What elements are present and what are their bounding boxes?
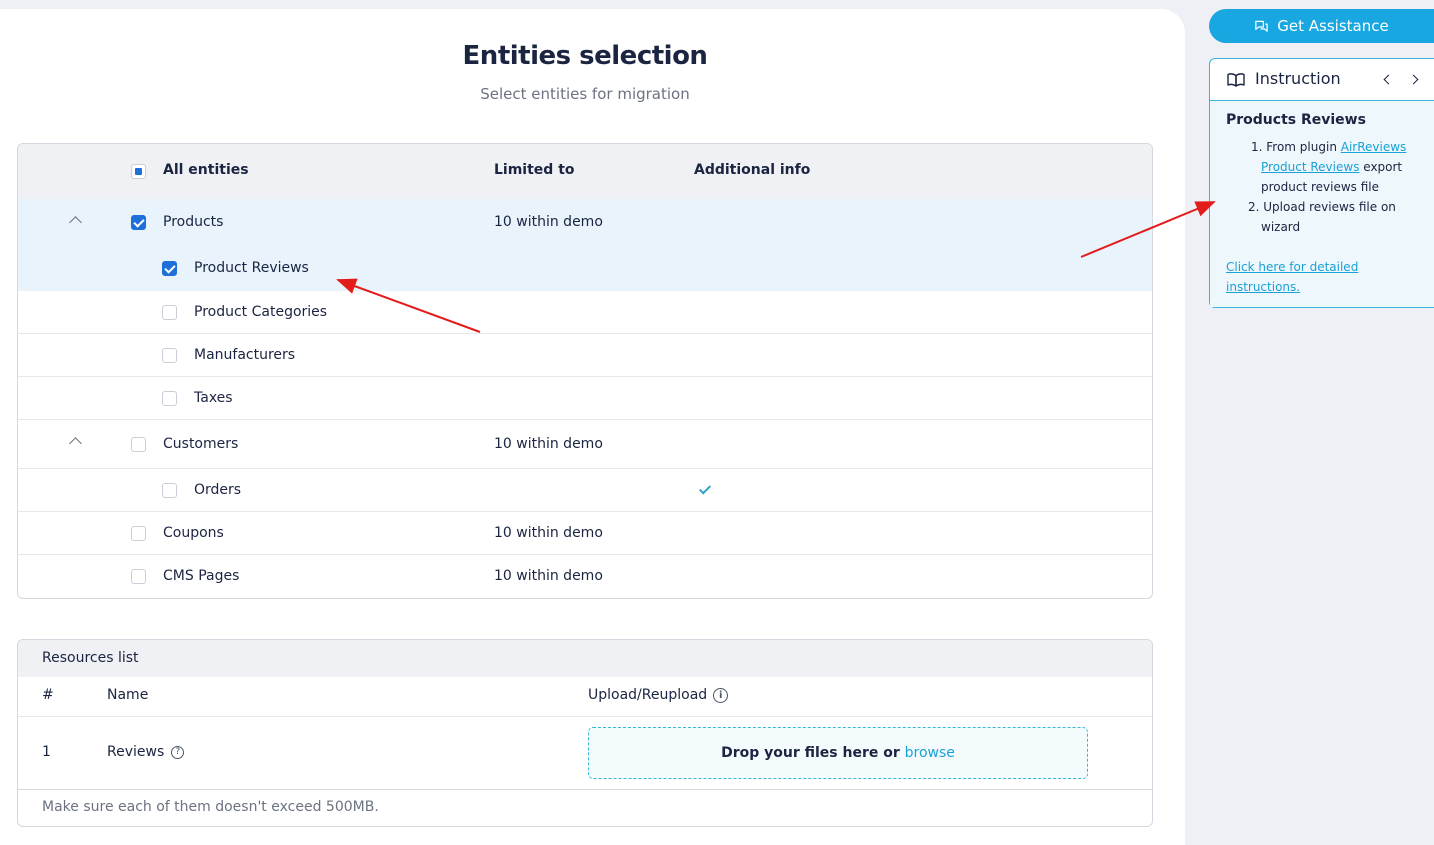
size-note: Make sure each of them doesn't exceed 50… <box>42 799 379 815</box>
product-reviews-link[interactable]: Product Reviews <box>1261 160 1359 174</box>
instruction-step-1-line2: Product Reviews export <box>1261 157 1402 177</box>
instruction-step-1: 1. From plugin AirReviews <box>1251 137 1406 157</box>
taxes-checkbox[interactable] <box>162 391 177 406</box>
all-entities-label: All entities <box>163 162 249 178</box>
limited-to-header: Limited to <box>494 162 575 178</box>
coupons-checkbox[interactable] <box>131 526 146 541</box>
divider <box>18 789 1152 790</box>
resources-list: Resources list # Name Upload/Reupload i 1… <box>17 639 1153 827</box>
entity-row-product-categories[interactable]: Product Categories <box>18 291 1152 334</box>
get-assistance-label: Get Assistance <box>1277 17 1389 35</box>
resource-num: 1 <box>42 744 51 760</box>
info-icon[interactable]: i <box>713 687 729 703</box>
entity-row-coupons[interactable]: Coupons 10 within demo <box>18 512 1152 555</box>
entity-label: Product Reviews <box>194 260 309 276</box>
entity-row-orders[interactable]: Orders <box>18 469 1152 512</box>
step-text: 1. From plugin <box>1251 140 1341 154</box>
entities-table-header: All entities Limited to Additional info <box>18 144 1152 199</box>
instruction-step-1-line3: product reviews file <box>1261 180 1379 194</box>
chevron-up-icon[interactable] <box>69 216 82 229</box>
name-header: Name <box>107 687 149 703</box>
limit-value: 10 within demo <box>494 214 603 230</box>
upload-header-label: Upload/Reupload <box>588 687 708 703</box>
customers-checkbox[interactable] <box>131 437 146 452</box>
instruction-body: Products Reviews 1. From plugin AirRevie… <box>1210 101 1434 307</box>
help-icon[interactable]: ? <box>171 745 185 759</box>
dropzone-text: Drop your files here or <box>721 745 900 761</box>
entity-row-products[interactable]: Products 10 within demo <box>18 199 1152 245</box>
book-icon <box>1227 73 1245 87</box>
entity-row-taxes[interactable]: Taxes <box>18 377 1152 420</box>
manufacturers-checkbox[interactable] <box>162 348 177 363</box>
all-entities-checkbox[interactable] <box>131 164 146 179</box>
resource-name: Reviews? <box>107 744 185 760</box>
divider <box>18 716 1152 717</box>
airreviews-link[interactable]: AirReviews <box>1341 140 1407 154</box>
instruction-section-title: Products Reviews <box>1226 112 1366 128</box>
entity-label: Customers <box>163 436 239 452</box>
entity-row-manufacturers[interactable]: Manufacturers <box>18 334 1152 377</box>
file-dropzone[interactable]: Drop your files here or browse <box>588 727 1088 779</box>
browse-link[interactable]: browse <box>905 745 955 761</box>
instruction-title: Instruction <box>1255 69 1341 88</box>
step-text: export <box>1359 160 1403 174</box>
detailed-instructions-link[interactable]: Click here for detailed <box>1226 257 1358 277</box>
entity-label: Coupons <box>163 525 224 541</box>
upload-header: Upload/Reupload i <box>588 687 729 703</box>
chat-icon <box>1255 20 1269 32</box>
resource-name-label: Reviews <box>107 744 165 760</box>
instruction-step-2: 2. Upload reviews file on <box>1248 200 1396 214</box>
chevron-up-icon[interactable] <box>69 437 82 450</box>
product-categories-checkbox[interactable] <box>162 305 177 320</box>
chevron-right-icon[interactable] <box>1408 74 1419 85</box>
limit-value: 10 within demo <box>494 525 603 541</box>
instruction-panel: Instruction Products Reviews 1. From plu… <box>1209 58 1434 308</box>
entity-label: Manufacturers <box>194 347 296 363</box>
detailed-instructions-link-2[interactable]: instructions. <box>1226 277 1300 297</box>
chevron-left-icon[interactable] <box>1383 74 1394 85</box>
cms-pages-checkbox[interactable] <box>131 569 146 584</box>
entity-label: Product Categories <box>194 304 328 320</box>
entity-row-customers[interactable]: Customers 10 within demo <box>18 420 1152 469</box>
entities-table: All entities Limited to Additional info … <box>17 143 1153 599</box>
instruction-header: Instruction <box>1210 59 1434 101</box>
resources-title: Resources list <box>42 650 139 666</box>
entity-label: Products <box>163 214 224 230</box>
entity-label: Orders <box>194 482 242 498</box>
get-assistance-button[interactable]: Get Assistance <box>1209 9 1434 43</box>
page-subtitle: Select entities for migration <box>480 85 690 103</box>
instruction-step-2-line2: wizard <box>1261 220 1301 234</box>
check-icon <box>698 482 712 495</box>
orders-checkbox[interactable] <box>162 483 177 498</box>
product-reviews-checkbox[interactable] <box>162 261 177 276</box>
limit-value: 10 within demo <box>494 436 603 452</box>
entity-label: CMS Pages <box>163 568 240 584</box>
page-title: Entities selection <box>462 41 708 71</box>
resources-title-bar: Resources list <box>18 640 1152 677</box>
limit-value: 10 within demo <box>494 568 603 584</box>
entity-row-cms-pages[interactable]: CMS Pages 10 within demo <box>18 555 1152 598</box>
entity-label: Taxes <box>194 390 233 406</box>
products-checkbox[interactable] <box>131 215 146 230</box>
num-header: # <box>42 687 54 703</box>
additional-info-header: Additional info <box>694 162 811 178</box>
entity-row-product-reviews[interactable]: Product Reviews <box>18 245 1152 291</box>
